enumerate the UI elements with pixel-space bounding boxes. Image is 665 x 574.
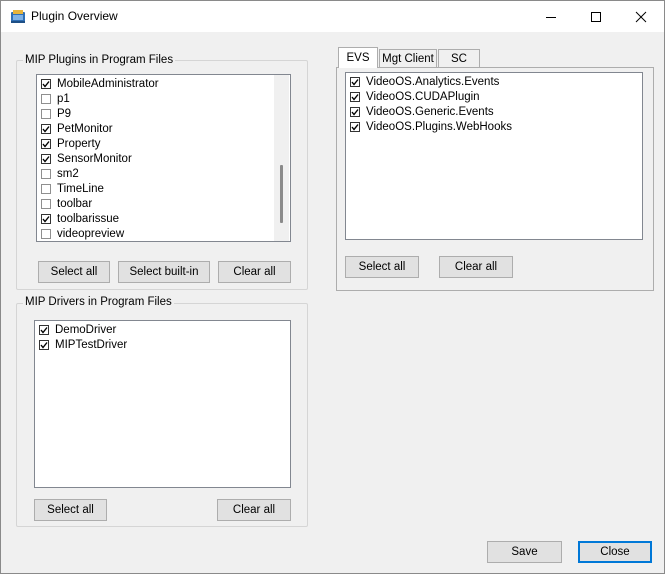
list-item[interactable]: MobileAdministrator: [41, 76, 159, 91]
list-item[interactable]: VideoOS.CUDAPlugin: [350, 89, 480, 104]
drivers-clear-all-button[interactable]: Clear all: [217, 499, 291, 521]
checkbox-unchecked[interactable]: [41, 198, 51, 209]
list-item-label: VideoOS.CUDAPlugin: [366, 90, 480, 103]
list-item[interactable]: VideoOS.Analytics.Events: [350, 74, 499, 89]
tab-mgt-client[interactable]: Mgt Client: [379, 49, 437, 67]
checkbox-checked[interactable]: [41, 123, 51, 134]
evs-clear-all-button[interactable]: Clear all: [439, 256, 513, 278]
plugins-select-all-button[interactable]: Select all: [38, 261, 110, 283]
list-item-label: VideoOS.Plugins.WebHooks: [366, 120, 512, 133]
evs-select-all-button[interactable]: Select all: [345, 256, 419, 278]
list-item[interactable]: VideoOS.Plugins.WebHooks: [350, 119, 512, 134]
checkbox-unchecked[interactable]: [41, 168, 51, 179]
plugins-select-builtin-button[interactable]: Select built-in: [118, 261, 210, 283]
list-item-label: VideoOS.Generic.Events: [366, 105, 494, 118]
checkbox-checked[interactable]: [41, 138, 51, 149]
list-item-label: VideoOS.Analytics.Events: [366, 75, 500, 88]
list-item-label: Property: [57, 137, 101, 150]
list-item[interactable]: TimeLine: [41, 181, 104, 196]
list-item-label: P9: [57, 107, 72, 120]
checkbox-checked[interactable]: [39, 339, 49, 350]
drivers-select-all-button[interactable]: Select all: [34, 499, 107, 521]
list-item[interactable]: toolbarissue: [41, 211, 119, 226]
list-item[interactable]: SensorMonitor: [41, 151, 132, 166]
maximize-icon: [591, 11, 601, 22]
plugins-group-label: MIP Plugins in Program Files: [23, 54, 176, 66]
list-item-label: TimeLine: [57, 182, 104, 195]
list-item-label: MIPTestDriver: [55, 338, 128, 351]
checkbox-checked[interactable]: [350, 91, 360, 102]
list-item-label: p1: [57, 92, 70, 105]
checkbox-unchecked[interactable]: [41, 183, 51, 194]
plugins-list-scrollbar[interactable]: [274, 75, 289, 241]
list-item-label: sm2: [57, 167, 79, 180]
minimize-button[interactable]: [528, 1, 574, 32]
list-item[interactable]: toolbar: [41, 196, 92, 211]
checkbox-checked[interactable]: [41, 153, 51, 164]
list-item-label: DemoDriver: [55, 323, 117, 336]
close-button[interactable]: Close: [578, 541, 652, 563]
save-button[interactable]: Save: [487, 541, 562, 563]
close-window-button[interactable]: [618, 1, 664, 32]
checkbox-checked[interactable]: [39, 324, 49, 335]
plugin-overview-window: Plugin Overview MIP Plugins in Program F…: [0, 0, 665, 574]
list-item[interactable]: PetMonitor: [41, 121, 113, 136]
checkbox-unchecked[interactable]: [41, 228, 51, 239]
list-item-label: MobileAdministrator: [57, 77, 159, 90]
tab-evs[interactable]: EVS: [338, 47, 378, 68]
list-item[interactable]: VideoOS.Generic.Events: [350, 104, 494, 119]
list-item-label: PetMonitor: [57, 122, 113, 135]
window-title: Plugin Overview: [31, 9, 118, 23]
app-icon: [11, 10, 25, 23]
list-item[interactable]: MIPTestDriver: [39, 337, 127, 352]
checkbox-unchecked[interactable]: [41, 93, 51, 104]
list-item[interactable]: P9: [41, 106, 71, 121]
checkbox-unchecked[interactable]: [41, 108, 51, 119]
checkbox-checked[interactable]: [350, 106, 360, 117]
checkbox-checked[interactable]: [350, 76, 360, 87]
drivers-list[interactable]: DemoDriver MIPTestDriver: [34, 320, 291, 488]
tab-sc[interactable]: SC: [438, 49, 480, 67]
scroll-thumb[interactable]: [280, 165, 283, 223]
list-item[interactable]: sm2: [41, 166, 79, 181]
list-item[interactable]: Property: [41, 136, 100, 151]
list-item-label: toolbarissue: [57, 212, 120, 225]
evs-list[interactable]: VideoOS.Analytics.Events VideoOS.CUDAPlu…: [345, 72, 643, 240]
close-icon: [635, 11, 647, 22]
list-item-label: toolbar: [57, 197, 93, 210]
checkbox-checked[interactable]: [41, 78, 51, 89]
list-item[interactable]: DemoDriver: [39, 322, 116, 337]
list-item[interactable]: p1: [41, 91, 70, 106]
plugins-list[interactable]: MobileAdministrator p1 P9 PetMonitor Pro…: [36, 74, 291, 242]
checkbox-checked[interactable]: [41, 213, 51, 224]
minimize-icon: [546, 16, 556, 18]
plugins-clear-all-button[interactable]: Clear all: [218, 261, 291, 283]
list-item-label: SensorMonitor: [57, 152, 132, 165]
drivers-group-label: MIP Drivers in Program Files: [23, 296, 174, 308]
checkbox-checked[interactable]: [350, 121, 360, 132]
list-item-label: videopreview: [57, 227, 125, 240]
title-bar: Plugin Overview: [1, 1, 664, 32]
maximize-button[interactable]: [573, 1, 619, 32]
list-item[interactable]: videopreview: [41, 226, 124, 241]
